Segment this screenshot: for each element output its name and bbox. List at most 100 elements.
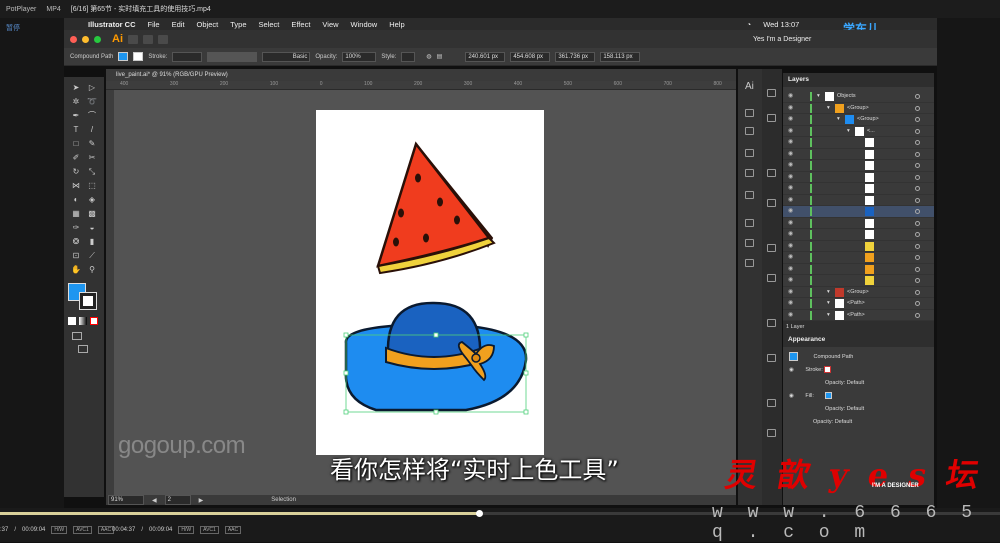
arrange-icon[interactable]	[158, 34, 168, 44]
artwork[interactable]	[316, 110, 544, 455]
visibility-eye-icon[interactable]: ◉	[788, 275, 793, 286]
stock-icon[interactable]	[143, 34, 153, 44]
layer-row[interactable]: ◉	[783, 218, 934, 229]
menu-file[interactable]: File	[148, 20, 160, 29]
align-icon[interactable]: ▤	[437, 53, 443, 60]
shape-builder-tool-icon[interactable]: ◐	[70, 195, 82, 205]
visibility-eye-icon[interactable]: ◉	[788, 149, 793, 160]
zoom-icon[interactable]	[94, 35, 101, 43]
screen-mode-icon[interactable]	[78, 345, 88, 353]
zoom-tool-icon[interactable]: ⚲	[86, 265, 98, 275]
swatches-icon[interactable]	[745, 127, 754, 135]
align-panel-icon[interactable]	[767, 244, 776, 252]
visibility-eye-icon[interactable]: ◉	[788, 172, 793, 183]
graphic-styles-icon[interactable]	[745, 191, 754, 199]
transform-panel-icon[interactable]	[767, 319, 776, 327]
brush-field[interactable]: Basic	[262, 51, 311, 62]
w-field[interactable]: 361.736 px	[555, 51, 596, 62]
opacity-attr-2[interactable]: Opacity: Default	[825, 406, 864, 412]
variable-width-field[interactable]	[207, 51, 258, 62]
layer-row[interactable]: ◉	[783, 264, 934, 275]
transparency-icon[interactable]	[767, 199, 776, 207]
layer-target-icon[interactable]	[915, 289, 920, 295]
layer-row[interactable]: ◉	[783, 149, 934, 160]
layer-target-icon[interactable]	[915, 266, 920, 272]
layer-target-icon[interactable]	[915, 255, 920, 260]
layer-row[interactable]: ◉	[783, 206, 934, 218]
appearance-panel-icon[interactable]	[767, 169, 776, 177]
stroke-attr-chip[interactable]	[824, 366, 832, 374]
eyedropper-tool-icon[interactable]: ✑	[70, 223, 82, 233]
visibility-eye-icon[interactable]: ◉	[788, 264, 793, 275]
curvature-tool-icon[interactable]: ⌒	[86, 111, 98, 121]
slice-tool-icon[interactable]: ⟋	[86, 251, 98, 261]
visibility-eye-icon[interactable]: ◉	[788, 126, 793, 137]
opacity-attr-1[interactable]: Opacity: Default	[825, 380, 864, 386]
visibility-eye-icon[interactable]: ◉	[788, 195, 793, 206]
layer-target-icon[interactable]	[915, 94, 920, 99]
layer-row[interactable]: ◉ ▾ <Path>	[783, 298, 934, 310]
lasso-tool-icon[interactable]: ➰	[86, 97, 98, 107]
artboard-number-field[interactable]: 2	[164, 495, 191, 505]
layer-target-icon[interactable]	[915, 220, 920, 226]
opacity-field[interactable]: 100%	[342, 51, 377, 62]
libraries-icon[interactable]	[745, 239, 754, 247]
visibility-eye-icon[interactable]: ◉	[788, 229, 793, 240]
draw-mode-icon[interactable]	[72, 332, 82, 340]
stroke-swatch[interactable]	[79, 292, 97, 310]
type-tool-icon[interactable]: T	[70, 125, 82, 135]
appearance-opacity-row-2[interactable]: Opacity: Default	[783, 403, 934, 416]
layer-row[interactable]: ◉ ▾ <...	[783, 126, 934, 137]
layer-row[interactable]: ◉	[783, 252, 934, 264]
menu-view[interactable]: View	[322, 20, 338, 29]
layer-target-icon[interactable]	[915, 151, 920, 157]
visibility-eye-icon[interactable]: ◉	[788, 114, 793, 125]
visibility-eye-icon[interactable]: ◉	[788, 298, 793, 309]
menu-edit[interactable]: Edit	[172, 20, 185, 29]
layer-row[interactable]: ◉	[783, 275, 934, 287]
disclosure-arrow-icon[interactable]: ▾	[827, 287, 830, 298]
layer-row[interactable]: ◉	[783, 137, 934, 149]
rectangle-tool-icon[interactable]: □	[70, 139, 82, 149]
bridge-icon[interactable]	[128, 34, 138, 44]
menu-effect[interactable]: Effect	[291, 20, 310, 29]
disclosure-arrow-icon[interactable]: ▾	[827, 310, 830, 321]
blend-tool-icon[interactable]: ◒	[86, 223, 98, 233]
visibility-eye-icon[interactable]: ◉	[788, 183, 793, 194]
close-icon[interactable]	[70, 35, 77, 43]
menu-help[interactable]: Help	[389, 20, 404, 29]
artboard-tool-icon[interactable]: ⊡	[70, 251, 82, 261]
layer-row[interactable]: ◉	[783, 183, 934, 195]
layer-target-icon[interactable]	[915, 186, 920, 191]
color-mode-icon[interactable]	[68, 317, 76, 325]
minimize-icon[interactable]	[82, 35, 89, 43]
layer-target-icon[interactable]	[915, 301, 920, 306]
document-tab[interactable]: live_paint.ai* @ 91% (RGB/GPU Preview)	[106, 69, 736, 81]
line-tool-icon[interactable]: /	[86, 125, 98, 135]
prev-artboard-icon[interactable]: ◀	[152, 497, 157, 504]
layers-panel-icon[interactable]	[767, 89, 776, 97]
menu-object[interactable]: Object	[197, 20, 219, 29]
disclosure-arrow-icon[interactable]: ▾	[827, 103, 830, 114]
graph-tool-icon[interactable]: ▮	[86, 237, 98, 247]
layer-target-icon[interactable]	[915, 197, 920, 203]
width-tool-icon[interactable]: ⋈	[70, 181, 82, 191]
symbol-sprayer-tool-icon[interactable]: ❂	[70, 237, 82, 247]
app-menu[interactable]: Illustrator CC	[88, 20, 136, 29]
pen-tool-icon[interactable]: ✒	[70, 111, 82, 121]
disclosure-arrow-icon[interactable]: ▾	[847, 126, 850, 137]
style-field[interactable]	[401, 51, 416, 62]
selection-tool-icon[interactable]: ➤	[70, 83, 82, 93]
visibility-eye-icon[interactable]: ◉	[789, 367, 794, 373]
visibility-eye-icon[interactable]: ◉	[788, 252, 793, 263]
navigator-icon[interactable]	[767, 429, 776, 437]
layer-target-icon[interactable]	[915, 140, 920, 145]
disclosure-arrow-icon[interactable]: ▾	[817, 91, 820, 102]
perspective-tool-icon[interactable]: ▦	[70, 209, 82, 219]
visibility-eye-icon[interactable]: ◉	[788, 310, 793, 321]
layer-row[interactable]: ◉ ▾ <Path>	[783, 310, 934, 321]
scissors-tool-icon[interactable]: ✂	[86, 153, 98, 163]
recolor-icon[interactable]: ◍	[426, 53, 431, 60]
appearance-fill-row[interactable]: ◉ Fill:	[783, 390, 934, 403]
symbols-icon[interactable]	[745, 169, 754, 177]
